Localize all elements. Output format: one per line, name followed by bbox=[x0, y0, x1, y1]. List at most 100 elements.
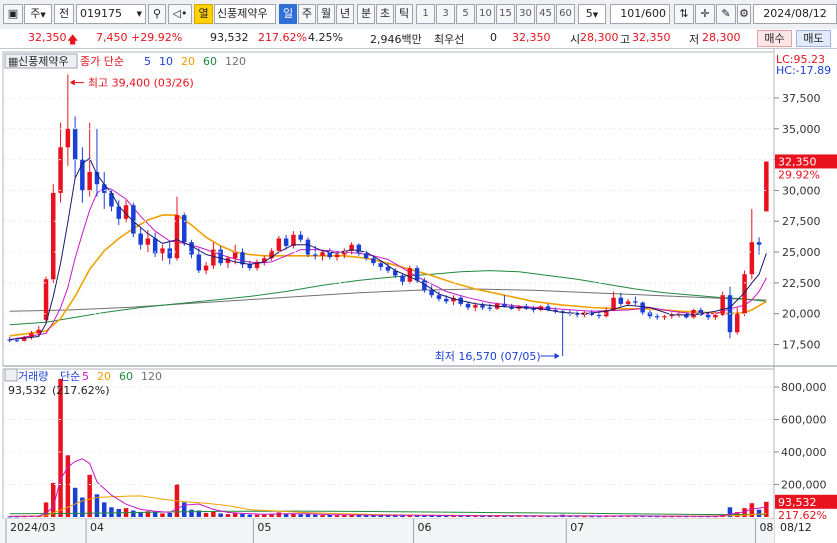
volume-bar bbox=[87, 474, 92, 518]
interval-5-button[interactable]: 5 bbox=[456, 4, 475, 24]
candle-body bbox=[232, 252, 238, 259]
volume-ratio: 217.62% bbox=[258, 31, 307, 44]
candle-body bbox=[51, 192, 56, 280]
volume-percent-tag-text: 217.62% bbox=[778, 509, 827, 522]
speaker-icon[interactable]: ◁• bbox=[168, 4, 192, 24]
candle-body bbox=[713, 314, 718, 318]
count-value: 101 bbox=[620, 7, 642, 20]
crosshair-icon[interactable]: ✛ bbox=[695, 4, 715, 24]
period-second-button[interactable]: 초 bbox=[376, 4, 394, 24]
candle-body bbox=[167, 248, 172, 259]
low-value: 28,300 bbox=[702, 31, 741, 44]
code-input[interactable]: 019175 ▼ bbox=[76, 4, 146, 24]
market-label: 주 bbox=[30, 7, 41, 20]
open-label: 시 bbox=[570, 33, 581, 46]
price-tick-label: 37,500 bbox=[782, 92, 821, 105]
candle-body bbox=[65, 128, 71, 148]
layout-icon[interactable]: ▣ bbox=[3, 4, 23, 24]
search-icon[interactable]: ⚲ bbox=[148, 4, 166, 24]
volume-bar bbox=[756, 509, 762, 517]
high-annotation: 최고 39,400 (03/26) bbox=[88, 77, 194, 90]
count-input[interactable]: 101/600 bbox=[610, 4, 670, 24]
interval-30-button[interactable]: 30 bbox=[516, 4, 535, 24]
candle-body bbox=[480, 305, 485, 308]
candle-body bbox=[371, 258, 376, 264]
up-arrow-icon: 🡅 bbox=[67, 33, 79, 46]
volume-bar bbox=[283, 513, 289, 518]
candle-body bbox=[640, 302, 645, 313]
price-tick-label: 30,000 bbox=[782, 184, 821, 197]
chevron-down-icon: ▼ bbox=[136, 10, 142, 18]
date-input[interactable]: 2024/08/12 bbox=[753, 4, 837, 24]
volume-header-percent: (217.62%) bbox=[52, 384, 110, 397]
chevron-down-icon: ▼ bbox=[40, 11, 46, 19]
zoom-icon[interactable]: ⇅ bbox=[674, 4, 694, 24]
interval-select[interactable]: 5▼ bbox=[578, 4, 606, 24]
interval-60-button[interactable]: 60 bbox=[556, 4, 575, 24]
candle-body bbox=[655, 316, 660, 318]
interval-3-button[interactable]: 3 bbox=[436, 4, 455, 24]
price-tick-label: 17,500 bbox=[782, 339, 821, 352]
x-axis-end-label: 08/12 bbox=[780, 521, 812, 534]
quote-info-bar: 32,350 🡅 7,450 +29.92% 93,532 217.62% 4.… bbox=[0, 29, 837, 49]
volume-bar bbox=[72, 487, 78, 518]
price-tick-label: 22,500 bbox=[782, 277, 821, 290]
stock-name-label: 신풍제약우 bbox=[214, 4, 276, 24]
interval-45-button[interactable]: 45 bbox=[536, 4, 555, 24]
candle-body bbox=[189, 242, 194, 255]
x-axis-label: 06 bbox=[417, 521, 431, 534]
volume-panel-icon[interactable] bbox=[4, 368, 18, 382]
type-button[interactable]: 전 bbox=[54, 4, 74, 24]
volume-bar bbox=[262, 514, 267, 517]
price-tick-label: 27,500 bbox=[782, 215, 821, 228]
low-label: 저 bbox=[689, 33, 700, 46]
priority-label: 최우선 bbox=[434, 33, 465, 46]
price-legend-item: 5 bbox=[144, 55, 151, 68]
candle-body bbox=[378, 263, 383, 267]
volume-bar bbox=[160, 513, 165, 517]
volume-bar bbox=[131, 510, 136, 517]
candle-body bbox=[152, 238, 158, 254]
candle-body bbox=[182, 215, 187, 243]
chart-area[interactable]: 37,50035,00032,50030,00027,50025,00022,5… bbox=[0, 49, 837, 543]
settings-gear-icon[interactable]: ⚙ bbox=[737, 4, 751, 24]
volume-bar bbox=[189, 509, 194, 517]
price-legend-item: 10 bbox=[159, 55, 173, 68]
interval-1-button[interactable]: 1 bbox=[416, 4, 435, 24]
current-price-right: 32,350 bbox=[512, 31, 551, 44]
period-tick-button[interactable]: 틱 bbox=[395, 4, 413, 24]
price-tick-label: 35,000 bbox=[782, 123, 821, 136]
candle-body bbox=[720, 295, 725, 315]
period-week-button[interactable]: 주 bbox=[298, 4, 316, 24]
volume-bar bbox=[167, 512, 172, 517]
market-select[interactable]: 주▼ bbox=[24, 4, 52, 24]
volume-legend-item: 20 bbox=[97, 370, 111, 383]
buy-button[interactable]: 매수 bbox=[757, 30, 792, 47]
interval-10-button[interactable]: 10 bbox=[476, 4, 495, 24]
candle-body bbox=[334, 254, 340, 257]
candle-body bbox=[502, 303, 507, 307]
open-button[interactable]: 열 bbox=[194, 4, 213, 24]
volume-header-value: 93,532 bbox=[8, 384, 47, 397]
max-count: /600 bbox=[641, 7, 666, 20]
priority-value: 0 bbox=[490, 31, 497, 44]
candle-body bbox=[327, 252, 332, 257]
period-day-button[interactable]: 일 bbox=[279, 4, 297, 24]
period-minute-button[interactable]: 분 bbox=[357, 4, 375, 24]
interval-15-button[interactable]: 15 bbox=[496, 4, 515, 24]
sell-button[interactable]: 매도 bbox=[796, 30, 831, 47]
volume-tick-label: 400,000 bbox=[781, 446, 827, 459]
candle-body bbox=[196, 254, 202, 271]
period-year-button[interactable]: 년 bbox=[336, 4, 354, 24]
candle-body bbox=[429, 290, 434, 296]
candle-body bbox=[625, 301, 631, 304]
period-month-button[interactable]: 월 bbox=[317, 4, 335, 24]
candle-body bbox=[531, 308, 536, 310]
candle-body bbox=[276, 238, 282, 251]
x-axis-label: 08 bbox=[759, 521, 773, 534]
volume-bar bbox=[342, 515, 347, 517]
candle-body bbox=[436, 295, 442, 299]
high-label: 고 bbox=[620, 33, 631, 46]
tools-icon[interactable]: ✎ bbox=[716, 4, 736, 24]
candle-body bbox=[313, 254, 318, 256]
